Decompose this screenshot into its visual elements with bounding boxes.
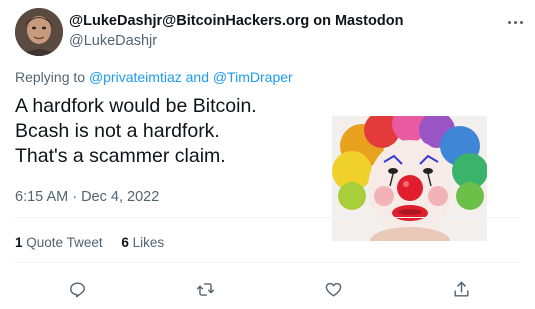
- reply-button[interactable]: [64, 276, 90, 302]
- quote-label: Quote Tweet: [26, 235, 103, 250]
- avatar[interactable]: [15, 8, 63, 56]
- tweet-timestamp[interactable]: 6:15 AM · Dec 4, 2022: [15, 189, 159, 205]
- heart-icon: [325, 282, 341, 297]
- like-button[interactable]: [320, 276, 346, 302]
- replying-prefix: Replying to: [15, 69, 86, 85]
- more-options-icon[interactable]: [505, 14, 525, 30]
- divider: [15, 217, 520, 218]
- author-handle[interactable]: @LukeDashjr: [69, 33, 157, 49]
- mention-link[interactable]: @TimDraper: [213, 69, 293, 85]
- like-count: 6: [121, 235, 129, 250]
- share-icon: [453, 281, 469, 297]
- clown-image: [332, 116, 487, 241]
- replying-and: and: [185, 69, 209, 85]
- author-display-name[interactable]: @LukeDashjr@BitcoinHackers.org on Mastod…: [69, 13, 403, 29]
- tweet-actions: [0, 276, 535, 302]
- quote-tweet-stat[interactable]: 1 Quote Tweet: [15, 235, 103, 250]
- likes-label: Likes: [132, 235, 165, 250]
- tweet-stats: 1 Quote Tweet 6 Likes: [15, 235, 179, 250]
- tweet-text-line: A hardfork would be Bitcoin.: [15, 95, 257, 117]
- replying-to: Replying to @privateimtiaz and @TimDrape…: [15, 69, 293, 85]
- retweet-icon: [196, 282, 214, 296]
- likes-stat[interactable]: 6 Likes: [121, 235, 164, 250]
- avatar-image: [15, 8, 63, 56]
- tweet-text: A hardfork would be Bitcoin. Bcash is no…: [15, 94, 257, 169]
- reply-icon: [69, 281, 85, 297]
- tweet-text-line: That's a scammer claim.: [15, 145, 226, 167]
- quote-count: 1: [15, 235, 23, 250]
- tweet: @LukeDashjr@BitcoinHackers.org on Mastod…: [0, 0, 535, 309]
- share-button[interactable]: [448, 276, 474, 302]
- divider: [15, 262, 520, 263]
- mention-link[interactable]: @privateimtiaz: [89, 69, 182, 85]
- tweet-text-line: Bcash is not a hardfork.: [15, 120, 220, 142]
- tweet-media-image[interactable]: [332, 116, 487, 241]
- retweet-button[interactable]: [192, 276, 218, 302]
